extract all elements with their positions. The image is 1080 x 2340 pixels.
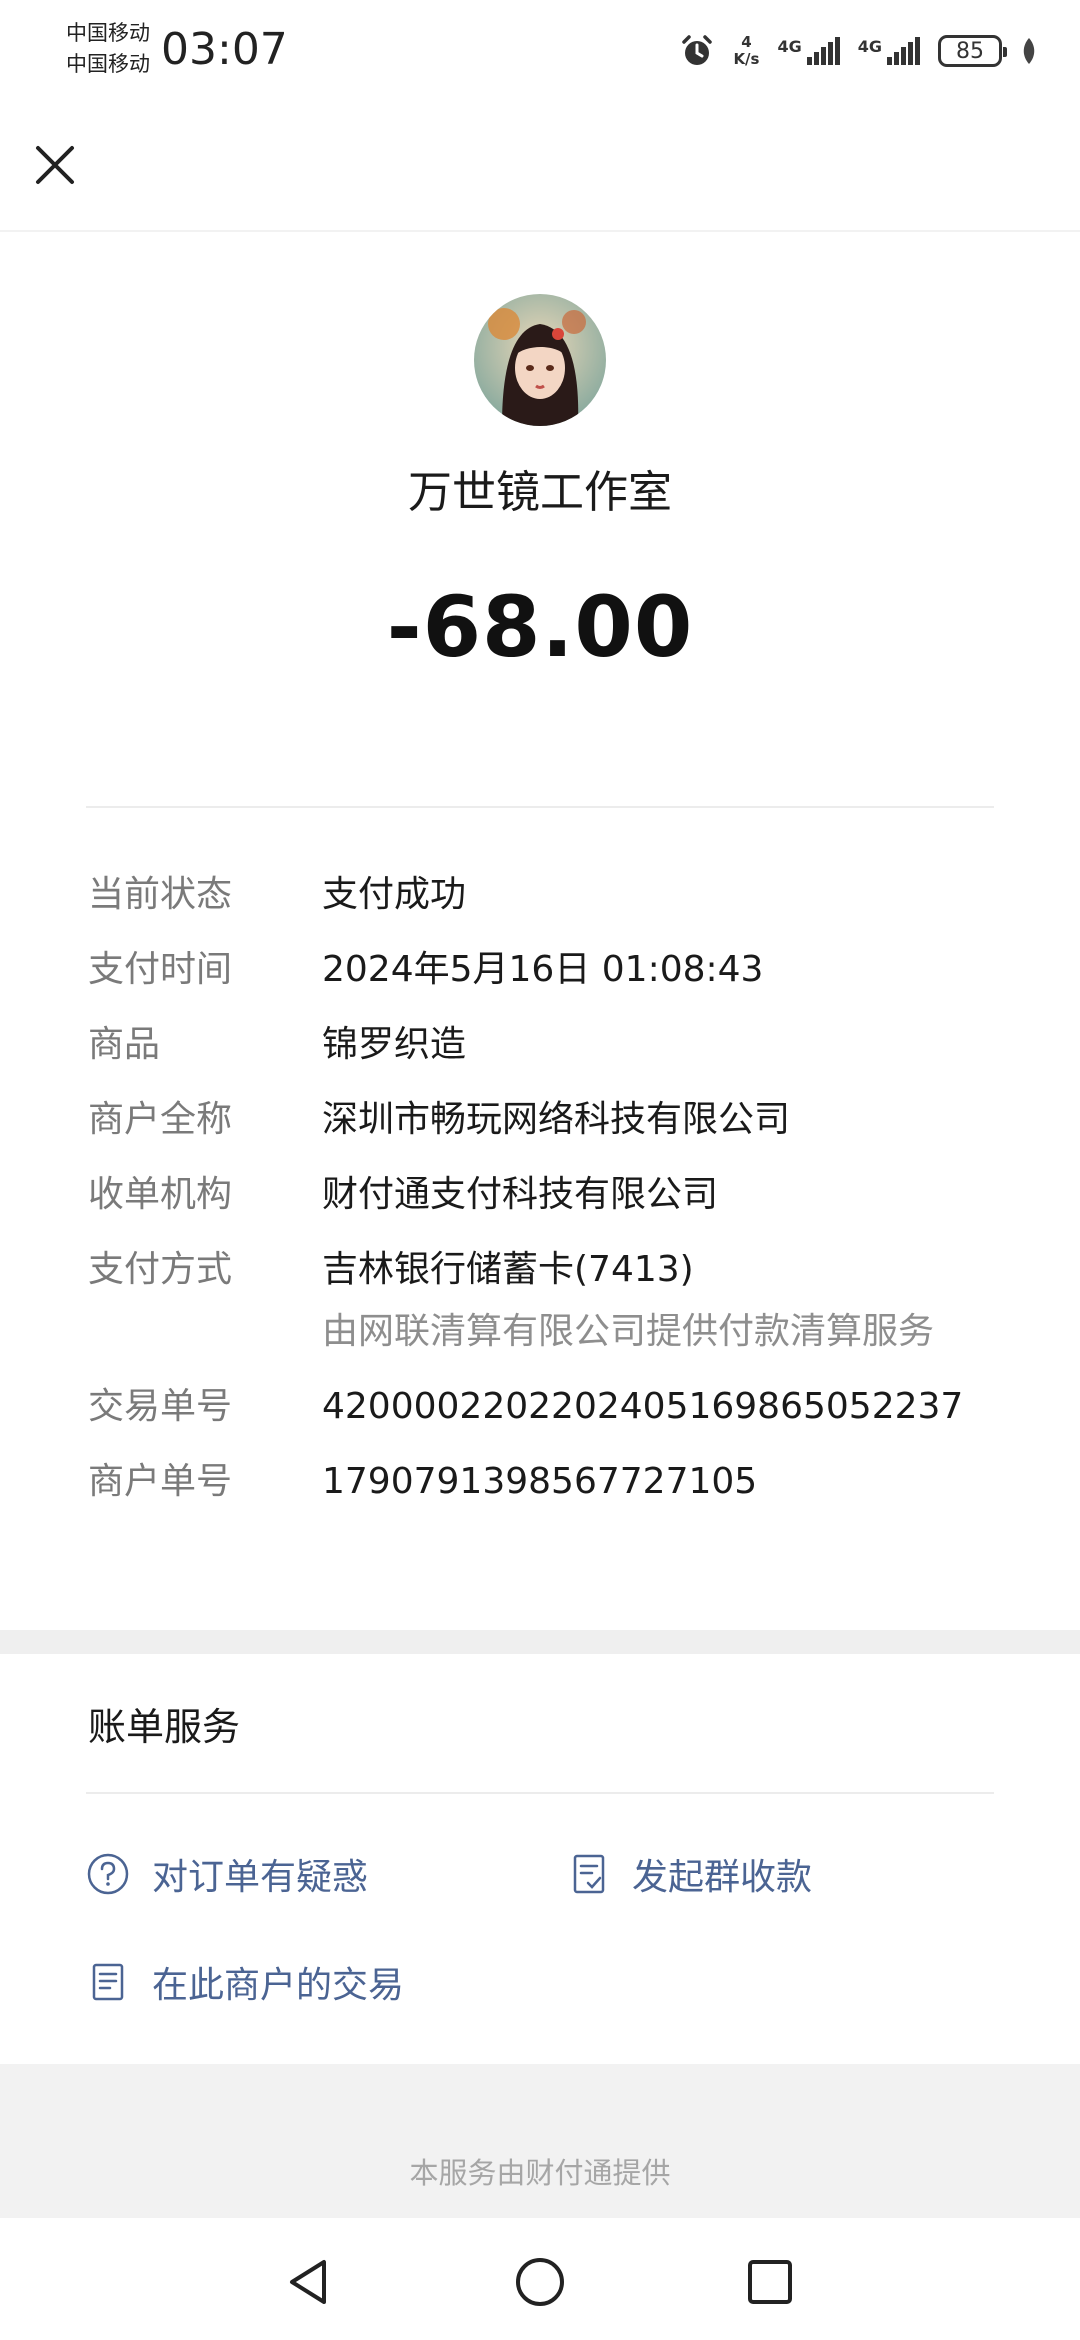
- signal-icon-2: 4G: [858, 37, 920, 65]
- detail-label: 商户全称: [88, 1099, 233, 1140]
- detail-row-merchant-order-id: 商户单号 1790791398567727105: [88, 1459, 1008, 1505]
- document-icon: [92, 1963, 124, 2001]
- service-label: 发起群收款: [632, 1857, 813, 1898]
- status-bar: 中国移动 中国移动 03:07 4 K/s 4G 4G 85: [0, 0, 1080, 104]
- detail-row-acquirer: 收单机构 财付通支付科技有限公司: [88, 1172, 1008, 1218]
- clearing-note: 由网联清算有限公司提供付款清算服务: [322, 1311, 935, 1352]
- detail-value: 支付成功: [322, 874, 467, 915]
- service-label: 在此商户的交易: [152, 1965, 405, 2006]
- footer: [0, 2064, 1080, 2218]
- clock: 03:07: [161, 24, 288, 75]
- battery-icon: 85: [938, 35, 1007, 67]
- footer-text: 本服务由财付通提供: [409, 2156, 671, 2190]
- detail-label: 商户单号: [88, 1461, 233, 1502]
- payment-amount: -68.00: [386, 578, 694, 676]
- service-label: 对订单有疑惑: [152, 1857, 369, 1898]
- detail-value[interactable]: 4200002202202405169865052237: [322, 1384, 1008, 1430]
- section-separator: [0, 1630, 1080, 1654]
- signal-icon: 4G: [777, 37, 840, 65]
- merchant-name: 万世镜工作室: [408, 467, 672, 518]
- home-icon[interactable]: [512, 2254, 568, 2310]
- detail-value: 锦罗织造: [322, 1024, 467, 1065]
- order-question-link[interactable]: 对订单有疑惑: [86, 1848, 368, 1900]
- avatar: [474, 294, 606, 426]
- detail-value: 财付通支付科技有限公司: [322, 1174, 719, 1215]
- alarm-icon: [682, 35, 713, 65]
- detail-label: 商品: [88, 1024, 161, 1065]
- detail-row-transaction-id: 交易单号 4200002202202405169865052237: [88, 1384, 1008, 1430]
- detail-row-status: 当前状态 支付成功: [88, 872, 1008, 918]
- detail-value: 2024年5月16日 01:08:43: [322, 949, 764, 990]
- back-icon[interactable]: [282, 2254, 338, 2310]
- payment-details: 当前状态 支付成功 支付时间 2024年5月16日 01:08:43 商品 锦罗…: [88, 872, 1008, 1534]
- detail-value[interactable]: 1790791398567727105: [322, 1459, 1008, 1505]
- carrier-info: 中国移动 中国移动: [66, 18, 150, 80]
- detail-label: 支付时间: [88, 949, 233, 990]
- detail-row-merchant-full-name: 商户全称 深圳市畅玩网络科技有限公司: [88, 1097, 1008, 1143]
- recents-icon[interactable]: [742, 2254, 798, 2310]
- status-icons: 4 K/s 4G 4G 85: [679, 26, 1038, 76]
- detail-value: 深圳市畅玩网络科技有限公司: [322, 1099, 791, 1140]
- net-speed: 4 K/s: [733, 34, 759, 68]
- leaf-icon: [1023, 38, 1035, 64]
- header-divider: [0, 230, 1080, 232]
- net-speed-value: 4: [741, 33, 752, 51]
- detail-label: 交易单号: [88, 1386, 233, 1427]
- net-speed-unit: K/s: [733, 50, 760, 68]
- group-collect-icon: [573, 1854, 605, 1894]
- question-icon: [87, 1853, 129, 1895]
- group-collect-link[interactable]: 发起群收款: [570, 1848, 812, 1900]
- battery-level: 85: [956, 38, 984, 64]
- detail-value: 吉林银行储蓄卡(7413): [322, 1249, 694, 1290]
- detail-row-product: 商品 锦罗织造: [88, 1022, 1008, 1068]
- carrier-2: 中国移动: [66, 52, 150, 76]
- divider: [86, 806, 994, 808]
- detail-label: 收单机构: [88, 1174, 233, 1215]
- network-type-1: 4G: [777, 37, 802, 56]
- close-icon[interactable]: [30, 140, 80, 190]
- carrier-1: 中国移动: [66, 21, 150, 45]
- services-title: 账单服务: [88, 1705, 241, 1749]
- network-type-2: 4G: [857, 37, 882, 56]
- detail-label: 当前状态: [88, 874, 233, 915]
- detail-label: 支付方式: [88, 1249, 233, 1290]
- merchant-transactions-link[interactable]: 在此商户的交易: [86, 1956, 404, 2008]
- divider: [86, 1792, 994, 1794]
- detail-row-time: 支付时间 2024年5月16日 01:08:43: [88, 947, 1008, 993]
- detail-row-payment-method: 支付方式 吉林银行储蓄卡(7413) 由网联清算有限公司提供付款清算服务: [88, 1247, 1008, 1355]
